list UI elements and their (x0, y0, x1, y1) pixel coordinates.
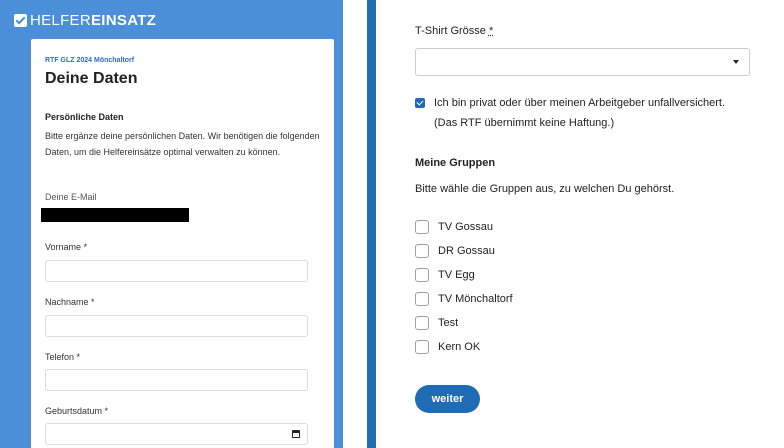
group-option[interactable]: TV Mönchaltorf (415, 290, 513, 308)
group-checkbox[interactable] (415, 220, 429, 234)
brand-name-bold: EINSATZ (90, 11, 157, 29)
group-label: Test (438, 317, 459, 329)
groups-description: Bitte wähle die Gruppen aus, zu welchen … (415, 183, 675, 195)
vorname-field[interactable] (45, 260, 308, 282)
group-label: TV Gossau (438, 221, 494, 233)
right-pane: T-Shirt Grösse * Ich bin privat oder übe… (367, 0, 784, 448)
group-label: DR Gossau (438, 245, 495, 257)
group-label: Kern OK (438, 341, 481, 353)
group-checkbox[interactable] (415, 316, 429, 330)
group-option[interactable]: TV Gossau (415, 218, 493, 236)
next-button[interactable]: weiter (415, 385, 480, 413)
insurance-consent-text: Ich bin privat oder über meinen Arbeitge… (434, 93, 774, 133)
geburtsdatum-field[interactable] (45, 423, 308, 445)
consent-line-1: Ich bin privat oder über meinen Arbeitge… (434, 97, 726, 109)
check-square-icon (14, 13, 27, 27)
groups-card: T-Shirt Grösse * Ich bin privat oder übe… (376, 0, 784, 448)
email-label: Deine E-Mail (45, 192, 97, 202)
group-checkbox[interactable] (415, 340, 429, 354)
group-checkbox[interactable] (415, 292, 429, 306)
chevron-down-icon[interactable] (733, 60, 739, 64)
telefon-label: Telefon * (45, 352, 81, 362)
left-pane: HELFER EINSATZ RTF GLZ 2024 Mönchaltorf … (0, 0, 343, 448)
group-option[interactable]: DR Gossau (415, 242, 495, 260)
group-label: TV Mönchaltorf (438, 293, 513, 305)
consent-line-2: (Das RTF übernimmt keine Haftung.) (434, 117, 615, 129)
email-value-redacted (41, 208, 189, 222)
tshirt-size-label: T-Shirt Grösse * (415, 25, 494, 37)
section-title: Persönliche Daten (45, 112, 124, 122)
group-checkbox[interactable] (415, 244, 429, 258)
page-title: Deine Daten (45, 70, 138, 87)
group-option[interactable]: Test (415, 314, 458, 332)
nachname-field[interactable] (45, 315, 308, 337)
insurance-checkbox[interactable] (415, 98, 425, 108)
vorname-label: Vorname * (45, 242, 88, 252)
telefon-field[interactable] (45, 369, 308, 391)
groups-title: Meine Gruppen (415, 157, 496, 169)
group-option[interactable]: TV Egg (415, 266, 475, 284)
event-name: RTF GLZ 2024 Mönchaltorf (45, 57, 135, 64)
group-option[interactable]: Kern OK (415, 338, 480, 356)
geburtsdatum-label: Geburtsdatum * (45, 406, 109, 416)
tshirt-size-select[interactable] (415, 48, 750, 76)
personal-data-card: RTF GLZ 2024 Mönchaltorf Deine Daten Per… (31, 39, 334, 448)
calendar-icon[interactable] (292, 430, 300, 438)
section-description: Bitte ergänze deine persönlichen Daten. … (45, 131, 320, 157)
group-label: TV Egg (438, 269, 475, 281)
group-checkbox[interactable] (415, 268, 429, 282)
nachname-label: Nachname * (45, 297, 95, 307)
brand-logo: HELFER EINSATZ (14, 10, 156, 30)
brand-name-light: HELFER (30, 11, 91, 29)
